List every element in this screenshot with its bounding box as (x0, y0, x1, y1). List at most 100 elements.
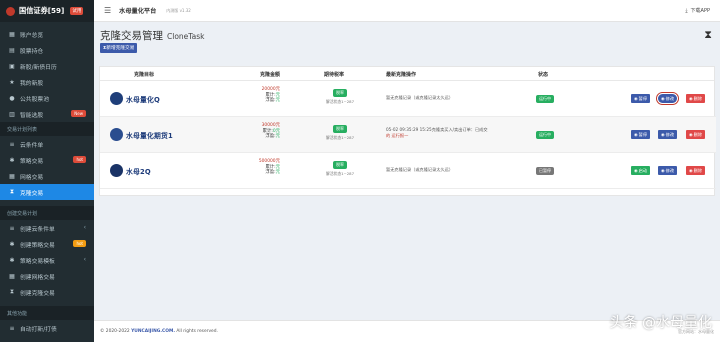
sidebar-item-label: 策略交易模板 (20, 258, 55, 265)
sidebar-item-label: 策略交易 (20, 158, 44, 165)
sidebar-item-label: 创建网格交易 (20, 274, 55, 281)
page-subtitle: CloneTask (167, 32, 205, 41)
delete-icon: ◉ (689, 96, 693, 101)
amount-cell: 20000元 累计:元 浮盈:元 (250, 87, 280, 104)
download-icon: ⤓ (685, 7, 688, 14)
sidebar-item-ipo-calendar[interactable]: ▣ 新股/新债日历 (0, 58, 94, 74)
edit-icon: ◉ (661, 96, 665, 101)
sidebar-item-label: 股票持仓 (20, 48, 44, 55)
target-name: 水母量化Q (126, 95, 160, 104)
status-label: 已暂停 (536, 167, 554, 175)
edit-button[interactable]: ◉ 修改 (655, 92, 680, 105)
grid-icon: ▦ (9, 172, 15, 180)
status-badge: 运行中 (536, 95, 554, 103)
sidebar-item-label: 创建策略交易 (20, 242, 55, 249)
sidebar-item-label: 克隆交易 (20, 190, 44, 197)
sidebar-item-strategy[interactable]: ✱ 策略交易 hot (0, 152, 94, 168)
edit-label: 修改 (665, 131, 675, 137)
rate-cell: 税率 解活状态1~287 (320, 89, 360, 105)
sidebar-item-create-strategy[interactable]: ✱ 创建策略交易 hot (0, 236, 94, 252)
sidebar-item-account[interactable]: ▦ 账户总览 (0, 26, 94, 42)
sidebar-item-strategy-template[interactable]: ✱ 策略交易模板 ‹ (0, 252, 94, 268)
pause-button[interactable]: ◉ 暂停 (631, 94, 651, 103)
latest-op: 暂无克隆记录（或克隆记录太久远） (386, 167, 454, 172)
site-link[interactable]: YUNCAIJING.COM. (131, 329, 175, 334)
user-icon: ● (9, 94, 15, 102)
sidebar-item-grid[interactable]: ▦ 网格交易 (0, 168, 94, 184)
sidebar-item-public-pool[interactable]: ● 公共股票池 (0, 90, 94, 106)
grid-icon: ▦ (9, 30, 15, 38)
gear-icon: ✱ (9, 256, 15, 264)
sidebar-item-my-stocks[interactable]: ★ 我的新股 (0, 74, 94, 90)
float-value: 元 (275, 98, 280, 104)
latest-op: 05-02 09:35:29 15:25克隆卖买入/卖出订单：已成交 的 运行报… (386, 127, 526, 138)
sidebar-item-label: 新股/新债日历 (20, 64, 57, 71)
total-value: 元 (275, 92, 280, 98)
target-logo-icon (110, 164, 123, 177)
pause-button[interactable]: ◉ 暂停 (631, 130, 651, 139)
target-name: 水母量化期货1 (126, 131, 173, 140)
sidebar-item-create-cloud[interactable]: ≡ 创建云条件单 ‹ (0, 220, 94, 236)
col-rate: 期待税率 (324, 72, 345, 78)
sidebar-item-holdings[interactable]: ▤ 股票持仓 (0, 42, 94, 58)
page-header: 克隆交易管理 CloneTask (100, 28, 204, 43)
sidebar-item-cloud-order[interactable]: ≡ 云条件单 (0, 136, 94, 152)
edit-button[interactable]: ◉ 修改 (658, 130, 678, 139)
total-label: 累计: (265, 92, 276, 98)
chevron-left-icon: ‹ (83, 224, 86, 231)
delete-button[interactable]: ◉ 删除 (686, 166, 706, 175)
add-clone-label: 新增克隆交易 (106, 46, 135, 51)
hourglass-icon: ⧗ (704, 28, 712, 41)
sidebar-item-create-grid[interactable]: ▦ 创建网格交易 (0, 268, 94, 284)
rate-tag: 税率 (333, 89, 347, 97)
sidebar-item-label: 创建克隆交易 (20, 290, 55, 297)
star-icon: ★ (9, 78, 15, 86)
download-label: 下载APP (690, 8, 710, 14)
target-logo-icon (110, 92, 123, 105)
delete-label: 删除 (693, 131, 703, 137)
col-target: 克隆目标 (134, 72, 155, 78)
rate-cell: 税率 解活状态1~287 (320, 161, 360, 177)
add-clone-button[interactable]: ⧗ 新增克隆交易 (100, 43, 138, 53)
table-row: 水母量化Q 20000元 累计:元 浮盈:元 税率 解活状态1~287 暂无克隆… (100, 81, 716, 117)
sidebar-item-clone[interactable]: ⧗ 克隆交易 (0, 184, 94, 200)
sidebar-item-create-clone[interactable]: ⧗ 创建克隆交易 (0, 284, 94, 300)
brand-badge: 试用 (70, 7, 84, 15)
latest-op-line: 的 运行报一 (386, 132, 409, 138)
sidebar-item-label: 智能选股 (20, 112, 44, 119)
sidebar-item-smart-pick[interactable]: ▥ 智能选股 New (0, 106, 94, 122)
delete-button[interactable]: ◉ 删除 (686, 130, 706, 139)
edit-button[interactable]: ◉ 修改 (658, 166, 678, 175)
clone-table: 克隆目标 克隆金额 期待税率 最新克隆操作 状态 水母量化Q 20000元 累计… (99, 66, 716, 196)
brand[interactable]: 国信证券[59] 试用 (0, 0, 94, 22)
hourglass-icon: ⧗ (9, 288, 15, 295)
download-app-link[interactable]: ⤓ 下载APP (685, 7, 710, 15)
brand-title: 国信证券[59] (19, 6, 65, 15)
list-icon: ≡ (9, 324, 15, 332)
grid-icon: ▦ (9, 272, 15, 280)
clone-target: 水母量化Q (110, 92, 160, 105)
float-label: 浮盈: (265, 170, 276, 176)
main-content: 克隆交易管理 CloneTask ⧗ ⧗ 新增克隆交易 克隆目标 克隆金额 期待税… (94, 22, 720, 320)
gear-icon: ✱ (9, 156, 15, 164)
table-icon: ▤ (9, 46, 15, 54)
hot-badge: hot (73, 156, 86, 163)
col-latest-op: 最新克隆操作 (386, 72, 417, 78)
float-value: 元 (275, 170, 280, 176)
sidebar-item-auto-ipo[interactable]: ≡ 自动打新/打债 (0, 320, 94, 336)
col-status: 状态 (538, 72, 549, 78)
calendar-icon: ▣ (9, 62, 15, 70)
sidebar-item-label: 账户总览 (20, 32, 44, 39)
total-label: 累计: (265, 164, 276, 170)
edit-label: 修改 (665, 167, 675, 173)
table-row: 水母量化期货1 30000元 累计:0元 浮盈:元 税率 解活状态1~287 0… (100, 117, 716, 153)
delete-button[interactable]: ◉ 删除 (686, 94, 706, 103)
status-badge: 已暂停 (536, 167, 554, 175)
sidebar-item-label: 创建云条件单 (20, 226, 55, 233)
start-button[interactable]: ◉ 启动 (631, 166, 651, 175)
rate-note: 解活状态1~287 (325, 135, 355, 140)
list-icon: ≡ (9, 140, 15, 148)
menu-toggle-icon[interactable]: ☰ (104, 6, 111, 15)
sidebar-item-label: 自动打新/打债 (20, 326, 57, 333)
sidebar-item-label: 公共股票池 (20, 96, 49, 103)
